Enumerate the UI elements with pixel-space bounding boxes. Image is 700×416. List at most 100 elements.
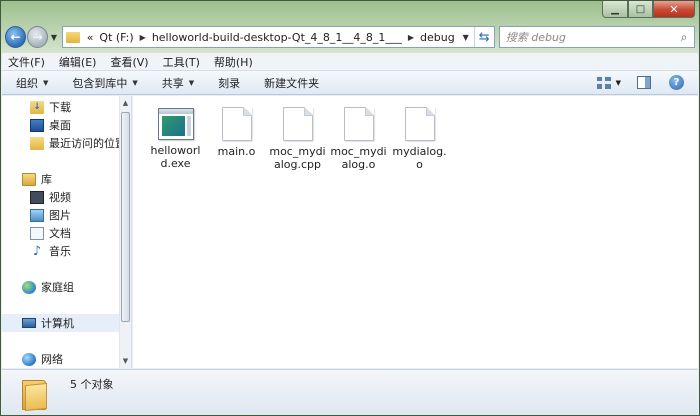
chevron-down-icon: ▼ bbox=[43, 78, 49, 87]
preview-pane-icon[interactable] bbox=[637, 76, 651, 89]
nav-item-pictures[interactable]: 图片 bbox=[2, 206, 120, 224]
scroll-down-arrow-icon[interactable]: ▼ bbox=[120, 354, 131, 368]
breadcrumb-debug-folder[interactable]: debug bbox=[420, 31, 455, 44]
file-item-mydialog-o[interactable]: mydialog.o bbox=[389, 106, 450, 171]
homegroup-icon bbox=[22, 280, 36, 294]
folder-icon bbox=[22, 376, 48, 412]
file-item-moc-mydialog-cpp[interactable]: moc_mydialog.cpp bbox=[267, 106, 328, 171]
command-bar: 组织 ▼ 包含到库中 ▼ 共享 ▼ 刻录 新建文件夹 ▼ ? bbox=[2, 71, 698, 95]
organize-button[interactable]: 组织 ▼ bbox=[16, 75, 48, 91]
breadcrumb-drive[interactable]: Qt (F:) bbox=[99, 31, 133, 44]
desktop-icon bbox=[30, 118, 44, 132]
menu-view[interactable]: 查看(V) bbox=[110, 54, 148, 70]
close-button[interactable]: ✕ bbox=[653, 1, 695, 18]
back-button[interactable]: ← bbox=[5, 26, 27, 48]
application-icon bbox=[157, 108, 194, 140]
file-name: helloworld.exe bbox=[150, 144, 201, 170]
recent-pages-dropdown[interactable]: ▼ bbox=[48, 33, 59, 42]
nav-item-computer[interactable]: 计算机 bbox=[2, 314, 120, 332]
nav-item-label: 网络 bbox=[41, 353, 63, 366]
nav-item-label: 音乐 bbox=[49, 245, 71, 258]
folder-icon bbox=[65, 31, 80, 43]
chevron-down-icon: ▼ bbox=[132, 78, 138, 87]
nav-item-libraries[interactable]: 库 bbox=[2, 170, 120, 188]
burn-button[interactable]: 刻录 bbox=[218, 75, 240, 91]
network-icon bbox=[22, 352, 36, 366]
nav-item-label: 视频 bbox=[49, 191, 71, 204]
nav-item-label: 下载 bbox=[49, 101, 71, 114]
help-icon[interactable]: ? bbox=[669, 75, 684, 90]
change-view-icon[interactable] bbox=[595, 75, 612, 90]
nav-item-desktop[interactable]: 桌面 bbox=[2, 116, 120, 134]
nav-item-downloads[interactable]: ↓ 下载 bbox=[2, 98, 120, 116]
new-folder-label: 新建文件夹 bbox=[264, 76, 320, 90]
breadcrumb-overflow[interactable]: « bbox=[87, 31, 94, 44]
refresh-icon: ⇆ bbox=[478, 29, 490, 45]
nav-item-documents[interactable]: 文档 bbox=[2, 224, 120, 242]
minimize-button[interactable]: ▁ bbox=[602, 1, 628, 18]
library-icon bbox=[22, 172, 36, 186]
search-icon[interactable]: ⌕ bbox=[674, 30, 694, 45]
nav-item-label: 图片 bbox=[49, 209, 71, 222]
breadcrumb-build-folder[interactable]: helloworld-build-desktop-Qt_4_8_1__4_8_1… bbox=[152, 31, 402, 44]
nav-item-music[interactable]: ♪ 音乐 bbox=[2, 242, 120, 260]
breadcrumb-separator-icon[interactable]: ▶ bbox=[140, 33, 146, 42]
file-item-main-o[interactable]: main.o bbox=[206, 106, 267, 171]
maximize-button[interactable]: □ bbox=[628, 1, 653, 18]
music-icon: ♪ bbox=[32, 243, 42, 259]
burn-label: 刻录 bbox=[218, 76, 241, 90]
refresh-button[interactable]: ⇆ bbox=[473, 27, 494, 47]
file-name: main.o bbox=[217, 145, 256, 158]
nav-item-network[interactable]: 网络 bbox=[2, 350, 120, 368]
menu-bar: 文件(F) 编辑(E) 查看(V) 工具(T) 帮助(H) bbox=[2, 53, 698, 71]
download-folder-icon: ↓ bbox=[30, 100, 44, 114]
documents-icon bbox=[30, 226, 44, 240]
forward-button[interactable]: → bbox=[27, 26, 49, 48]
file-grid: helloworld.exe main.o moc_mydialog.cpp m… bbox=[145, 106, 450, 171]
file-list-area[interactable]: helloworld.exe main.o moc_mydialog.cpp m… bbox=[133, 96, 698, 368]
forward-arrow-icon: → bbox=[32, 30, 43, 44]
address-history-dropdown[interactable]: ▼ bbox=[458, 33, 474, 42]
file-item-helloworld-exe[interactable]: helloworld.exe bbox=[145, 106, 206, 171]
menu-tools[interactable]: 工具(T) bbox=[163, 54, 200, 70]
nav-item-videos[interactable]: 视频 bbox=[2, 188, 120, 206]
file-name: moc_mydialog.cpp bbox=[269, 145, 326, 171]
share-label: 共享 bbox=[161, 76, 184, 90]
nav-item-recent-places[interactable]: 最近访问的位置 bbox=[2, 134, 126, 152]
search-input[interactable]: 搜索 debug bbox=[506, 29, 674, 45]
view-options-dropdown[interactable]: ▼ bbox=[616, 79, 621, 87]
file-name: moc_mydialog.o bbox=[330, 145, 387, 171]
navigation-pane: ↓ 下载 桌面 最近访问的位置 库 视频 图片 文档 ♪ 音乐 家庭组 计算机 … bbox=[2, 96, 132, 368]
address-bar[interactable]: « Qt (F:) ▶ helloworld-build-desktop-Qt_… bbox=[61, 26, 495, 48]
video-icon bbox=[30, 190, 44, 204]
menu-file[interactable]: 文件(F) bbox=[8, 54, 45, 70]
include-in-library-label: 包含到库中 bbox=[72, 76, 128, 90]
window-controls: ▁ □ ✕ bbox=[602, 1, 695, 19]
nav-item-label: 家庭组 bbox=[41, 281, 74, 294]
new-folder-button[interactable]: 新建文件夹 bbox=[264, 75, 319, 91]
file-item-moc-mydialog-o[interactable]: moc_mydialog.o bbox=[328, 106, 389, 171]
computer-icon bbox=[22, 318, 36, 328]
command-bar-right: ▼ ? bbox=[595, 75, 698, 90]
nav-item-homegroup[interactable]: 家庭组 bbox=[2, 278, 120, 296]
breadcrumb-separator-icon[interactable]: ▶ bbox=[408, 33, 414, 42]
menu-help[interactable]: 帮助(H) bbox=[214, 54, 253, 70]
generic-file-icon bbox=[404, 107, 435, 141]
search-box[interactable]: 搜索 debug ⌕ bbox=[498, 26, 695, 48]
scrollbar-thumb[interactable] bbox=[121, 112, 130, 322]
menu-edit[interactable]: 编辑(E) bbox=[59, 54, 97, 70]
scroll-up-arrow-icon[interactable]: ▲ bbox=[120, 96, 131, 110]
chevron-down-icon: ▼ bbox=[50, 32, 58, 42]
generic-file-icon bbox=[221, 107, 252, 141]
organize-label: 组织 bbox=[16, 76, 38, 90]
address-row: ← → ▼ « Qt (F:) ▶ helloworld-build-deskt… bbox=[5, 23, 695, 51]
item-count: 5 个对象 bbox=[70, 378, 114, 391]
share-button[interactable]: 共享 ▼ bbox=[162, 75, 194, 91]
navigation-scrollbar[interactable]: ▲ ▼ bbox=[119, 96, 131, 368]
include-in-library-button[interactable]: 包含到库中 ▼ bbox=[72, 75, 137, 91]
nav-item-label: 最近访问的位置 bbox=[49, 137, 126, 150]
generic-file-icon bbox=[282, 107, 313, 141]
